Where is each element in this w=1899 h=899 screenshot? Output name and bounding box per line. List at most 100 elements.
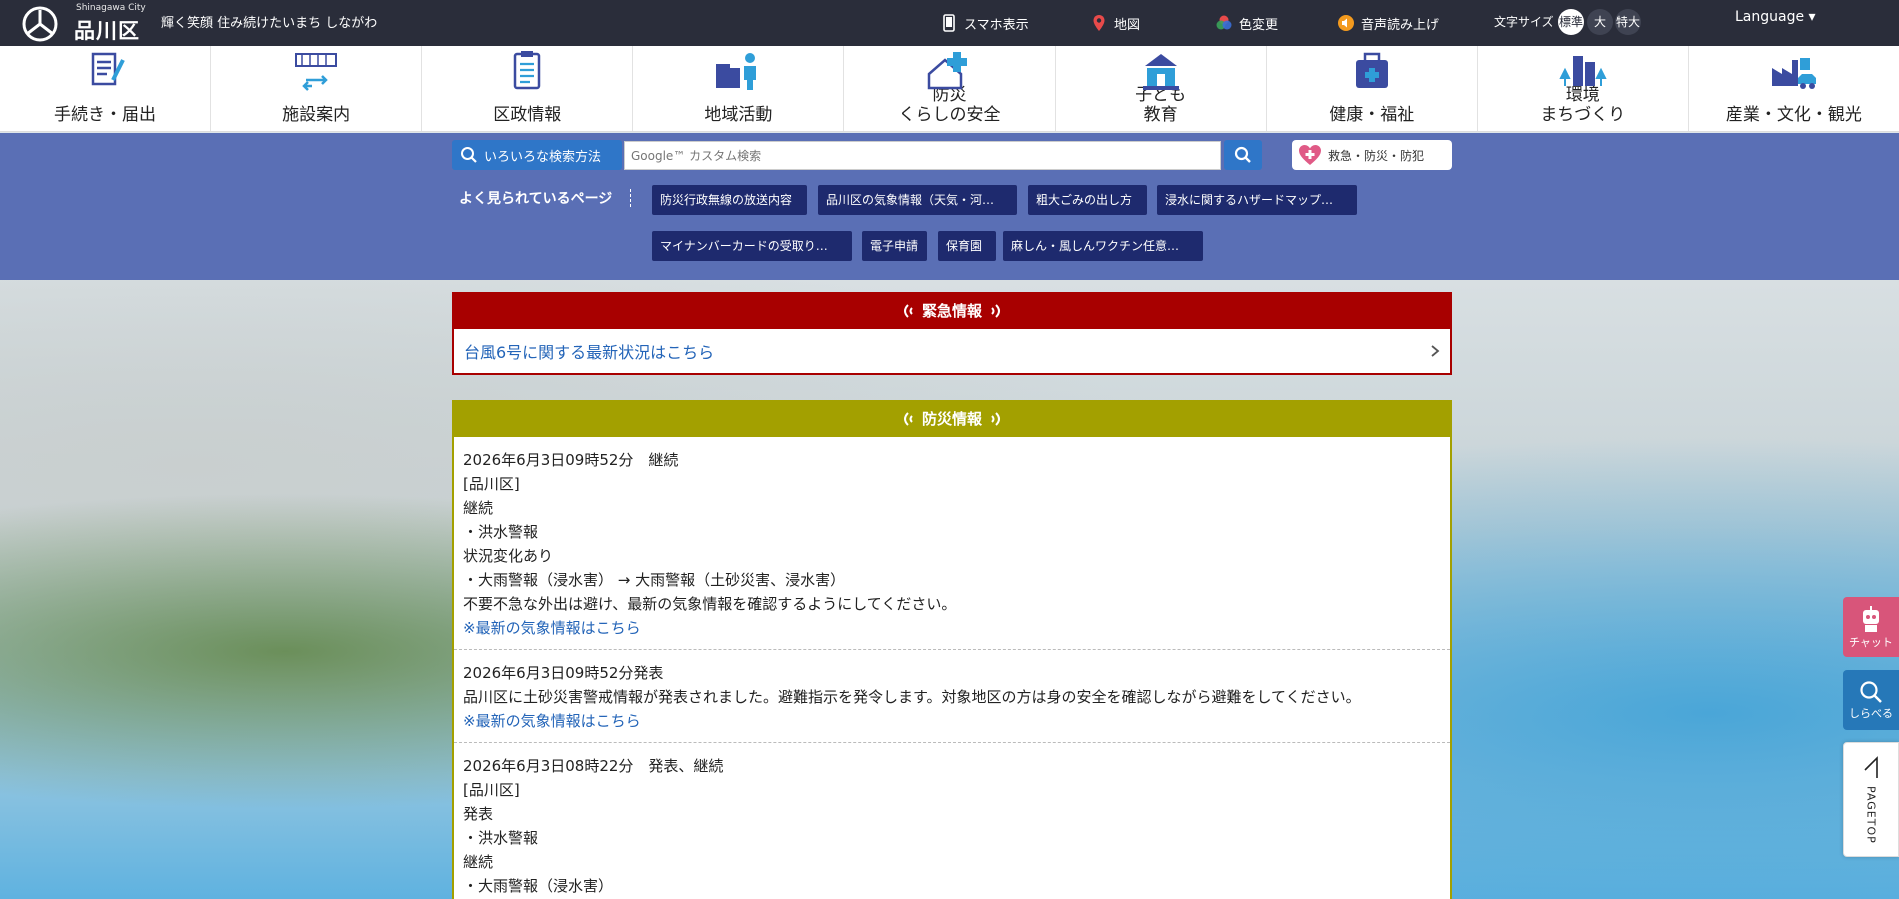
search-icon xyxy=(1860,681,1882,703)
nav-health-welfare-label: 健康・福祉 xyxy=(1329,105,1415,125)
entry-line: 2026年6月3日09時52分 継続 xyxy=(463,451,679,469)
search-submit-button[interactable] xyxy=(1224,140,1262,170)
typhoon-status-text: 台風6号に関する最新状況はこちら xyxy=(464,343,715,362)
weather-info-link[interactable]: ※最新の気象情報はこちら xyxy=(463,709,1441,733)
smartphone-icon xyxy=(943,14,955,32)
speaker-icon xyxy=(1338,15,1354,31)
community-icon xyxy=(716,53,757,90)
entry-line: [品川区] xyxy=(463,781,520,799)
emergency-info-title: 緊急情報 xyxy=(921,302,982,320)
emergency-info-panel: 緊急情報 台風6号に関する最新状況はこちら xyxy=(452,292,1452,375)
shinagawa-emblem-icon xyxy=(22,6,58,42)
voice-reading-label: 音声読み上げ xyxy=(1361,17,1440,33)
pagetop-button[interactable]: PAGETOP xyxy=(1843,742,1899,857)
font-size-label: 文字サイズ xyxy=(1494,15,1554,29)
nav-disaster-safety[interactable]: 防災 くらしの安全 xyxy=(844,46,1056,131)
medical-bag-icon xyxy=(1355,52,1388,88)
broadcast-right-icon xyxy=(991,303,1000,318)
nav-environment-town[interactable]: 環境 まちづくり xyxy=(1478,46,1689,131)
nav-government-label: 区政情報 xyxy=(493,105,562,125)
clipboard-icon xyxy=(514,51,541,90)
chat-button[interactable]: チャット xyxy=(1843,597,1899,657)
smartphone-view-label: スマホ表示 xyxy=(964,17,1029,33)
disaster-entry: 2026年6月3日09時52分発表 品川区に土砂災害警戒情報が発表されました。避… xyxy=(454,650,1450,743)
entry-line: 品川区に土砂災害警戒情報が発表されました。避難指示を発令します。対象地区の方は身… xyxy=(463,688,1361,706)
nav-community[interactable]: 地域活動 xyxy=(633,46,845,131)
weather-info-link[interactable]: ※最新の気象情報はこちら xyxy=(463,616,1441,640)
city-trees-icon xyxy=(1559,56,1607,86)
entry-line: ・洪水警報 xyxy=(463,829,539,847)
entry-line: ・洪水警報 xyxy=(463,523,539,541)
tagline: 輝く笑顔 住み続けたいまち しながわ xyxy=(161,16,378,31)
nav-industry-culture-tourism-label: 産業・文化・観光 xyxy=(1725,105,1862,125)
disaster-info-title: 防災情報 xyxy=(921,410,982,428)
robot-icon xyxy=(1863,606,1879,632)
entry-line: 継続 xyxy=(463,499,494,517)
popular-pages-label: よく見られているページ xyxy=(459,191,613,207)
popular-tag[interactable]: 麻しん・風しんワクチン任意… xyxy=(1003,231,1203,261)
nav-facilities-label: 施設案内 xyxy=(282,105,351,125)
emergency-info-header: 緊急情報 xyxy=(452,292,1452,329)
popular-divider xyxy=(630,189,631,207)
factory-icon xyxy=(1771,58,1816,89)
color-change-link[interactable]: 色変更 xyxy=(1215,0,1278,46)
popular-tag[interactable]: 粗大ごみの出し方 xyxy=(1028,185,1147,215)
broadcast-right-icon xyxy=(991,411,1000,426)
disaster-info-panel: 防災情報 2026年6月3日09時52分 継続 [品川区] 継続 ・洪水警報 状… xyxy=(452,400,1452,899)
emergency-disaster-crime-button[interactable]: 救急・防災・防犯 xyxy=(1292,140,1452,170)
entry-line: 継続 xyxy=(463,853,494,871)
entry-line: ・大雨警報（浸水害） → 大雨警報（土砂災害、浸水害） xyxy=(463,571,846,589)
nav-industry-culture-tourism[interactable]: 産業・文化・観光 xyxy=(1689,46,1899,131)
font-size-xlarge-button[interactable]: 特大 xyxy=(1615,9,1641,35)
pagetop-label: PAGETOP xyxy=(1864,785,1878,844)
font-size-large-button[interactable]: 大 xyxy=(1587,9,1613,35)
nav-procedures[interactable]: 手続き・届出 xyxy=(0,46,212,131)
popular-tag[interactable]: 保育園 xyxy=(938,231,996,261)
popular-tag[interactable]: マイナンバーカードの受取り… xyxy=(652,231,852,261)
popular-tag[interactable]: 浸水に関するハザードマップ… xyxy=(1157,185,1357,215)
house-cross-icon xyxy=(928,52,968,90)
top-bar: Shinagawa City 品川区 輝く笑顔 住み続けたいまち しながわ スマ… xyxy=(0,0,1899,46)
nav-facilities[interactable]: 施設案内 xyxy=(211,46,423,131)
nav-children-education[interactable]: 子ども 教育 xyxy=(1056,46,1267,131)
disaster-entry: 2026年6月3日08時22分 発表、継続 [品川区] 発表 ・洪水警報 継続 … xyxy=(454,743,1450,899)
logo-japanese: 品川区 xyxy=(74,19,140,43)
magnifier-icon xyxy=(461,147,477,163)
popular-tag[interactable]: 品川区の気象情報（天気・河… xyxy=(818,185,1017,215)
search-band: いろいろな検索方法 救急・防災・防犯 よく見られているページ 防災行政無線の放送… xyxy=(0,133,1899,280)
smartphone-view-link[interactable]: スマホ表示 xyxy=(940,0,1029,46)
arrow-up-icon xyxy=(1864,755,1878,778)
nav-health-welfare[interactable]: 健康・福祉 xyxy=(1267,46,1478,131)
map-label: 地図 xyxy=(1114,17,1141,33)
logo-english: Shinagawa City xyxy=(76,3,146,13)
voice-reading-link[interactable]: 音声読み上げ xyxy=(1337,0,1439,46)
search-methods-button[interactable]: いろいろな検索方法 xyxy=(452,140,622,170)
heart-cross-icon xyxy=(1299,145,1321,165)
chat-label: チャット xyxy=(1849,636,1893,649)
font-size-standard-button[interactable]: 標準 xyxy=(1558,9,1584,35)
map-link[interactable]: 地図 xyxy=(1090,0,1140,46)
site-search-label: しらべる xyxy=(1849,707,1893,720)
site-search-button[interactable]: しらべる xyxy=(1843,670,1899,730)
typhoon-status-link[interactable]: 台風6号に関する最新状況はこちら xyxy=(454,329,1450,373)
entry-line: 2026年6月3日08時22分 発表、継続 xyxy=(463,757,724,775)
entry-line: 発表 xyxy=(463,805,494,823)
nav-procedures-label: 手続き・届出 xyxy=(54,105,157,125)
pen-document-icon xyxy=(91,52,125,86)
site-logo[interactable]: Shinagawa City 品川区 xyxy=(18,2,148,44)
color-change-label: 色変更 xyxy=(1239,17,1279,33)
broadcast-left-icon xyxy=(903,411,913,426)
entry-line: 状況変化あり xyxy=(463,547,554,565)
popular-tag[interactable]: 防災行政無線の放送内容 xyxy=(652,185,807,215)
disaster-info-header: 防災情報 xyxy=(454,402,1450,437)
building-arrows-icon xyxy=(295,53,338,91)
chevron-right-icon xyxy=(1431,345,1440,357)
search-methods-label: いろいろな検索方法 xyxy=(484,149,602,165)
nav-community-label: 地域活動 xyxy=(704,105,773,125)
main-navigation: 手続き・届出 施設案内 区政情報 地域活動 防災 くらしの安全 子ども 教育 健… xyxy=(0,46,1899,132)
search-input[interactable] xyxy=(624,141,1221,170)
broadcast-left-icon xyxy=(903,303,913,318)
nav-government[interactable]: 区政情報 xyxy=(422,46,634,131)
popular-tag[interactable]: 電子申請 xyxy=(862,231,927,261)
language-dropdown[interactable]: Language ▾ xyxy=(1735,9,1816,25)
